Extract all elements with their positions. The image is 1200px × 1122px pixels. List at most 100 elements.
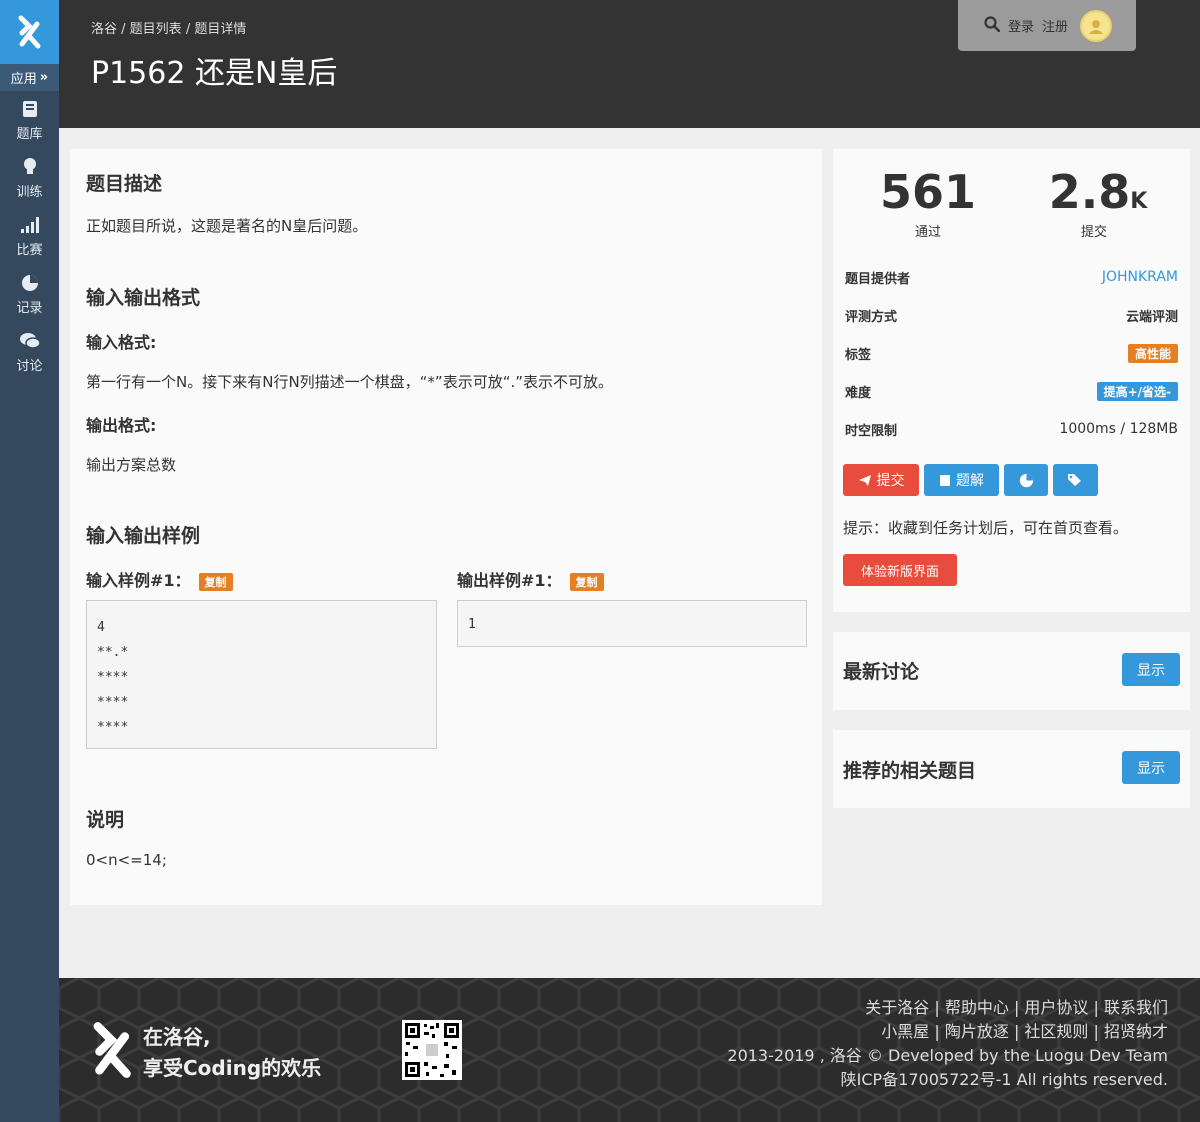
io-format-heading: 输入输出格式 [86,287,201,309]
double-chevron-right-icon: » [39,70,49,85]
difficulty-badge: 提高+/省选- [1096,381,1178,401]
info-row-judge: 评测方式 云端评测 [845,305,1178,325]
footer-slogan: 在洛谷, 享受Coding的欢乐 [143,1022,321,1084]
book-icon [940,474,950,486]
notes-heading: 说明 [86,809,125,831]
sample-input-header: 输入样例#1： 复制 [86,567,233,591]
passed-count: 561 [879,165,977,219]
sidebar-item-label: 训练 [16,185,43,200]
qr-code [402,1020,462,1080]
breadcrumb-link-home[interactable]: 洛谷 [91,22,117,37]
description-text: 正如题目所说，这题是著名的N皇后问题。 [86,217,368,235]
sidebar-item-training[interactable]: 训练 [0,149,59,207]
discussion-card: 最新讨论 显示 [833,632,1190,710]
lightbulb-icon [23,156,37,178]
info-key: 时空限制 [845,423,898,439]
luogu-logo[interactable] [0,0,59,64]
sidebar-item-records[interactable]: 记录 [0,265,59,323]
hint-text: 提示：收藏到任务计划后，可在首页查看。 [843,519,1129,537]
avatar[interactable] [1080,9,1113,42]
footer-logo-icon [93,1022,131,1078]
breadcrumb-link-problem-list[interactable]: 题目列表 [130,22,182,37]
breadcrumb-current: 题目详情 [194,22,247,37]
info-row-provider: 题目提供者 JOHNKRAM [845,267,1178,287]
user-panel: 登录 注册 [958,0,1136,51]
output-format-label: 输出格式: [86,416,157,435]
records-button[interactable] [1004,464,1048,496]
pie-chart-icon [1019,473,1033,487]
discussion-title: 最新讨论 [843,661,920,683]
avatar-icon [1089,19,1104,34]
description-heading: 题目描述 [86,173,163,195]
footer-links: 关于洛谷 | 帮助中心 | 用户协议 | 联系我们 小黑屋 | 陶片放逐 | 社… [727,996,1168,1092]
sidebar-item-label: 题库 [16,127,43,142]
book-icon [22,98,38,120]
problem-info-card: 561 通过 2.8K 提交 题目提供者 JOHNKRAM 评测方式 云端评测 … [833,149,1190,612]
info-row-limits: 时空限制 1000ms / 128MB [845,419,1178,439]
pie-chart-icon [21,272,39,294]
footer-icp[interactable]: 陕ICP备17005722号-1 All rights reserved. [727,1068,1168,1092]
submit-button[interactable]: 提交 [843,464,919,496]
sidebar-item-problems[interactable]: 题库 [0,91,59,149]
info-key: 难度 [845,385,872,401]
try-new-ui-button[interactable]: 体验新版界面 [843,554,957,586]
submitted-unit: K [1130,189,1148,214]
tags-icon [1068,474,1081,486]
solution-button-label: 题解 [956,473,984,489]
paper-plane-icon [858,474,871,486]
comments-icon [19,330,41,352]
show-related-button[interactable]: 显示 [1122,751,1180,784]
provider-link[interactable]: JOHNKRAM [1102,269,1178,285]
sidebar-item-label: 讨论 [16,359,43,374]
footer: 在洛谷, 享受Coding的欢乐 关于洛谷 | 帮助中心 | 用户协议 | 联系… [59,978,1200,1122]
breadcrumb: 洛谷 / 题目列表 / 题目详情 [91,22,247,37]
info-key: 标签 [845,347,872,363]
notes-text: 0<n<=14; [86,851,167,869]
submitted-value: 2.8 [1048,165,1131,219]
submitted-label: 提交 [1080,225,1107,240]
samples-heading: 输入输出样例 [86,525,201,547]
footer-copyright: 2013-2019 , 洛谷 © Developed by the Luogu … [727,1046,1168,1065]
sidebar-item-contests[interactable]: 比赛 [0,207,59,265]
related-title: 推荐的相关题目 [843,760,977,782]
info-row-tags: 标签 高性能 [845,343,1178,363]
sidebar-item-discuss[interactable]: 讨论 [0,323,59,381]
copy-output-button[interactable]: 复制 [569,572,604,591]
problem-card: 题目描述 正如题目所说，这题是著名的N皇后问题。 输入输出格式 输入格式: 第一… [70,149,822,905]
sidebar-item-label: 记录 [16,301,43,316]
tags-button[interactable] [1053,464,1098,496]
footer-links-row-1[interactable]: 关于洛谷 | 帮助中心 | 用户协议 | 联系我们 [727,996,1168,1020]
input-format-text: 第一行有一个N。接下来有N行N列描述一个棋盘，“*”表示可放“.”表示不可放。 [86,373,614,391]
show-discussion-button[interactable]: 显示 [1122,653,1180,686]
sample-output-header: 输出样例#1： 复制 [457,567,604,591]
footer-links-row-2[interactable]: 小黑屋 | 陶片放逐 | 社区规则 | 招贤纳才 [727,1020,1168,1044]
tag-badge[interactable]: 高性能 [1127,343,1178,363]
login-link[interactable]: 登录 [1008,16,1034,35]
slogan-line-1: 在洛谷, [143,1025,211,1049]
judge-mode-value: 云端评测 [1125,309,1178,325]
sample-input-label: 输入样例#1： [86,571,191,590]
info-key: 题目提供者 [845,271,911,287]
bar-chart-icon [20,214,40,236]
submit-button-label: 提交 [876,473,905,489]
luogu-logo-icon [18,15,40,49]
sample-input-box[interactable]: 4 **.* **** **** **** [86,600,437,749]
sidebar: 应用 » 题库 训练 比赛 记录 讨论 [0,0,59,1122]
limits-value: 1000ms / 128MB [1059,421,1178,437]
app-menu-button[interactable]: 应用 » [0,64,59,91]
copy-input-button[interactable]: 复制 [198,572,233,591]
related-problems-card: 推荐的相关题目 显示 [833,730,1190,808]
info-row-difficulty: 难度 提高+/省选- [845,381,1178,401]
input-format-label: 输入格式: [86,333,157,352]
solution-button[interactable]: 题解 [924,464,999,496]
submitted-count: 2.8K [1043,165,1153,219]
sidebar-item-label: 比赛 [16,243,43,258]
app-menu-label: 应用 [10,72,37,87]
output-format-text: 输出方案总数 [86,456,177,474]
search-icon[interactable] [984,15,1001,36]
info-key: 评测方式 [845,309,898,325]
slogan-line-2: 享受Coding的欢乐 [143,1056,322,1080]
register-link[interactable]: 注册 [1042,16,1068,35]
passed-label: 通过 [914,225,941,240]
sample-output-box[interactable]: 1 [457,600,807,647]
